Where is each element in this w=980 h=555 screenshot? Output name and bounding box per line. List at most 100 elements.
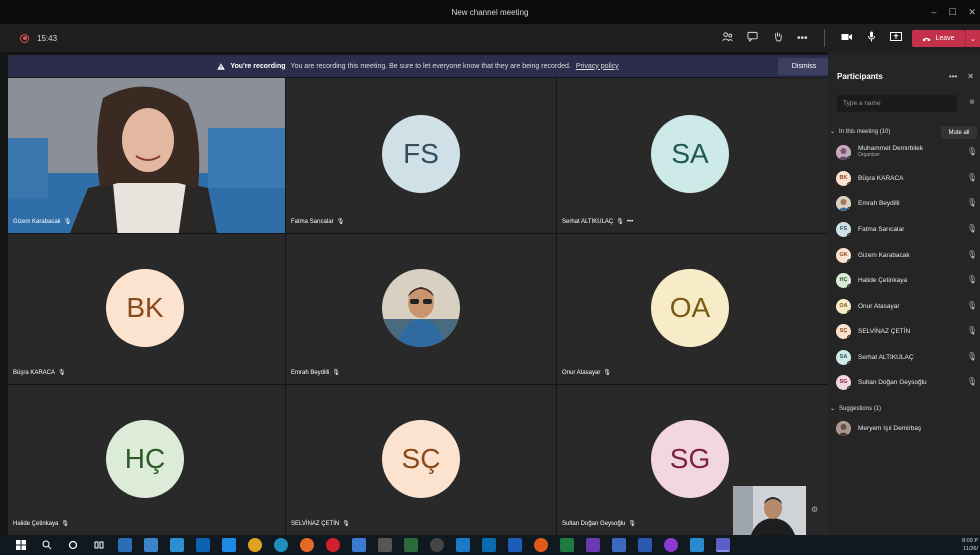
- app-icon[interactable]: [482, 538, 496, 552]
- app-icon[interactable]: [534, 538, 548, 552]
- video-tile[interactable]: HÇ Halide Çetinkaya 🎙: [8, 385, 285, 535]
- status-dot: [847, 309, 851, 314]
- maximize-button[interactable]: ☐: [948, 7, 956, 18]
- app-icon[interactable]: [222, 538, 236, 552]
- status-dot: [847, 283, 851, 288]
- in-meeting-section-header[interactable]: ⌄ In this meeting (10): [830, 128, 891, 136]
- panel-more-icon[interactable]: •••: [949, 72, 957, 81]
- panel-actions: ••• ✕: [949, 72, 974, 81]
- suggestion-item[interactable]: Meryem Işıl Demirbaş: [836, 419, 980, 437]
- share-invite-icon[interactable]: ⊕: [969, 98, 975, 106]
- participant-item[interactable]: Muhammet Demirbilek Organizer 🎙: [836, 143, 980, 161]
- self-view-options-icon[interactable]: ⚙: [811, 505, 818, 514]
- privacy-policy-link[interactable]: Privacy policy: [576, 63, 619, 70]
- app-icon[interactable]: [638, 538, 652, 552]
- chat-icon[interactable]: [747, 31, 758, 45]
- app-icon[interactable]: [144, 538, 158, 552]
- status-dot: [847, 258, 851, 263]
- teams-icon[interactable]: [716, 538, 730, 552]
- close-panel-icon[interactable]: ✕: [967, 72, 974, 81]
- window-controls: – ☐ ✕: [931, 0, 976, 24]
- muted-mic-icon: 🎙: [966, 173, 977, 182]
- search-icon[interactable]: [40, 538, 54, 552]
- participant-name: SELVİNAZ ÇETİN: [291, 520, 340, 527]
- app-icon[interactable]: [690, 538, 704, 552]
- more-icon[interactable]: •••: [797, 33, 808, 44]
- participant-item[interactable]: SG Sultan Doğan Geysoğlu 🎙: [836, 373, 980, 391]
- avatar: OA: [836, 298, 851, 314]
- leave-button[interactable]: Leave: [912, 30, 965, 47]
- section-label: In this meeting (10): [839, 128, 891, 135]
- raise-hand-icon[interactable]: [772, 31, 783, 45]
- app-icon[interactable]: [612, 538, 626, 552]
- recording-banner-title: You're recording: [230, 62, 286, 70]
- app-icon[interactable]: [456, 538, 470, 552]
- participant-item[interactable]: SÇ SELVİNAZ ÇETİN 🎙: [836, 322, 980, 340]
- dismiss-button[interactable]: Dismiss: [778, 58, 830, 75]
- tile-name: Serhat ALTIKULAÇ 🎙 •••: [562, 218, 633, 226]
- participant-item[interactable]: Emrah Beydilli 🎙: [836, 194, 980, 212]
- taskview-icon[interactable]: [92, 538, 106, 552]
- participant-name: Halide Çetinkaya: [858, 276, 908, 284]
- participant-item[interactable]: SA Serhat ALTIKULAÇ 🎙: [836, 348, 980, 366]
- muted-mic-icon: 🎙: [58, 370, 66, 376]
- video-tile[interactable]: SA Serhat ALTIKULAÇ 🎙 •••: [557, 78, 828, 233]
- app-icon[interactable]: [170, 538, 184, 552]
- participant-item[interactable]: HÇ Halide Çetinkaya 🎙: [836, 271, 980, 289]
- avatar: GK: [836, 247, 851, 263]
- video-tile[interactable]: OA Onur Atasayar 🎙: [557, 234, 828, 384]
- status-dot: [847, 334, 851, 339]
- participant-search-input[interactable]: Type a name: [837, 95, 957, 112]
- status-dot: [847, 155, 851, 160]
- participant-item[interactable]: FS Fatma Sarıcalar 🎙: [836, 220, 980, 238]
- edge-icon[interactable]: [274, 538, 288, 552]
- start-icon[interactable]: [14, 538, 28, 552]
- avatar: SG: [836, 374, 851, 390]
- app-icon[interactable]: [664, 538, 678, 552]
- chevron-down-icon: ⌄: [830, 129, 836, 135]
- app-icon[interactable]: [404, 538, 418, 552]
- warning-icon: [217, 62, 226, 70]
- app-icon[interactable]: [560, 538, 574, 552]
- camera-icon[interactable]: [841, 32, 853, 45]
- share-screen-icon[interactable]: [889, 31, 902, 45]
- participant-name: Muhammet Demirbilek: [858, 145, 924, 152]
- self-view[interactable]: [733, 486, 806, 535]
- participant-item[interactable]: OA Onur Atasayar 🎙: [836, 297, 980, 315]
- tile-more-icon[interactable]: •••: [627, 219, 633, 225]
- avatar: FS: [836, 221, 851, 237]
- recording-banner: You're recording You are recording this …: [8, 55, 830, 77]
- app-icon[interactable]: [378, 538, 392, 552]
- video-stage: You're recording You are recording this …: [0, 52, 830, 535]
- minimize-button[interactable]: –: [931, 7, 936, 17]
- microphone-icon[interactable]: [867, 31, 876, 45]
- participant-item[interactable]: BK Büşra KARACA 🎙: [836, 169, 980, 187]
- participants-icon[interactable]: [722, 31, 733, 45]
- app-icon[interactable]: [430, 538, 444, 552]
- chrome-icon[interactable]: [248, 538, 262, 552]
- cortana-icon[interactable]: [66, 538, 80, 552]
- participant-name: Emrah Beydilli: [858, 199, 900, 207]
- app-icon[interactable]: [586, 538, 600, 552]
- leave-options-chevron-icon[interactable]: ⌄: [965, 30, 980, 47]
- video-tile[interactable]: Emrah Beydilli 🎙: [286, 234, 556, 384]
- firefox-icon[interactable]: [300, 538, 314, 552]
- app-icon[interactable]: [352, 538, 366, 552]
- close-window-button[interactable]: ✕: [968, 7, 976, 18]
- video-tile[interactable]: Gizem Karabacak 🎙: [8, 78, 285, 233]
- video-tile[interactable]: FS Fatma Sarıcalar 🎙: [286, 78, 556, 233]
- app-icon[interactable]: [508, 538, 522, 552]
- avatar-initials: GK: [839, 252, 848, 258]
- opera-icon[interactable]: [326, 538, 340, 552]
- avatar-initials: BK: [839, 175, 848, 181]
- muted-mic-icon: 🎙: [628, 521, 636, 527]
- tile-name: Halide Çetinkaya 🎙: [13, 520, 69, 528]
- suggestions-section-header[interactable]: ⌄ Suggestions (1): [830, 405, 881, 413]
- app-icon[interactable]: [118, 538, 132, 552]
- system-clock[interactable]: 8:09 P 11/26/: [962, 537, 978, 553]
- participant-item[interactable]: GK Gizem Karabacak 🎙: [836, 246, 980, 264]
- video-tile[interactable]: SÇ SELVİNAZ ÇETİN 🎙: [286, 385, 556, 535]
- video-tile[interactable]: BK Büşra KARACA 🎙: [8, 234, 285, 384]
- app-icon[interactable]: [196, 538, 210, 552]
- mute-all-button[interactable]: Mute all: [941, 126, 977, 139]
